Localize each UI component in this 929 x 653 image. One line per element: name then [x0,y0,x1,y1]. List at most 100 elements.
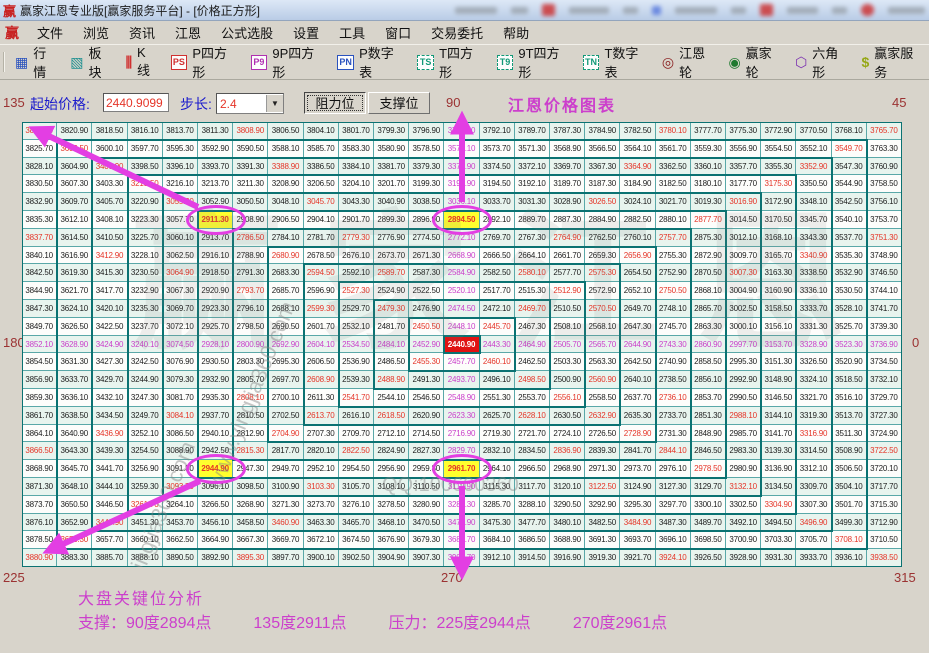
grid-cell: 3871.30 [22,478,57,496]
grid-cell: 3475.30 [480,514,515,532]
blurred-text [623,7,638,14]
grid-cell: 3837.70 [22,229,57,247]
grid-cell: 3465.70 [339,514,374,532]
grid-cell: 2971.30 [585,460,620,478]
grid-cell: 3456.10 [198,514,233,532]
grid-cell: 3705.70 [796,531,831,549]
grid-cell: 2848.90 [691,425,726,443]
grid-cell: 3794.50 [444,122,479,140]
grid-cell: 2676.10 [339,247,374,265]
toolbar-label: K线 [137,45,156,79]
grid-cell: 3336.10 [796,282,831,300]
toolbar-button-sectors[interactable]: ▧板块 [63,41,118,83]
grid-cell: 3273.70 [304,496,339,514]
grid-cell: 2760.10 [620,229,655,247]
grid-cell: 3134.50 [761,478,796,496]
toolbar-button-quotes[interactable]: ▦行情 [8,41,63,83]
grid-cell: 3132.10 [726,478,761,496]
grid-cell: 2716.90 [444,425,479,443]
grid-cell: 3717.70 [867,478,902,496]
blurred-text [511,7,528,14]
winner-wheel-icon: ◉ [728,54,740,71]
grid-cell: 3640.90 [57,425,92,443]
degree-label-225: 225 [3,570,25,585]
grid-cell: 3907.30 [409,549,444,567]
toolbar-button-p-number-table[interactable]: PNP数字表 [330,41,410,83]
grid-cell: 3285.70 [480,496,515,514]
grid-cell: 2457.70 [444,353,479,371]
grid-cell: 2697.70 [268,371,303,389]
grid-cell: 3206.50 [304,175,339,193]
grid-cell: 3847.30 [22,300,57,318]
chart-title: 江恩价格图表 [508,92,616,116]
toolbar-button-winner-service[interactable]: $赢家服务 [854,41,929,83]
grid-cell: 3715.30 [867,496,902,514]
toolbar-button-winner-wheel[interactable]: ◉赢家轮 [721,41,788,83]
grid-cell: 3691.30 [585,531,620,549]
grid-cell: 3290.50 [550,496,585,514]
grid-cell: 3271.30 [268,496,303,514]
grid-cell: 3144.10 [761,407,796,425]
chevron-down-icon[interactable]: ▼ [266,95,283,112]
blurred-text [675,7,717,14]
grid-cell: 3580.90 [374,140,409,158]
grid-cell: 3652.90 [57,514,92,532]
grid-cell: 2764.90 [550,229,585,247]
grid-cell: 3732.10 [867,371,902,389]
grid-cell: 3585.70 [304,140,339,158]
grid-cell: 2784.10 [268,229,303,247]
start-price-input[interactable] [103,93,169,112]
toolbar-button-hexagon[interactable]: ⬡六角形 [788,41,855,83]
toolbar-button-gann-wheel[interactable]: ◎江恩轮 [655,41,722,83]
step-combobox[interactable]: 2.4 ▼ [216,93,284,114]
grid-cell: 3036.10 [444,193,479,211]
grid-cell: 2776.90 [374,229,409,247]
grid-cell: 3055.30 [163,193,198,211]
resistance-button[interactable]: 阻力位 [304,92,366,114]
toolbar-button-t-number-table[interactable]: TNT数字表 [576,41,655,83]
grid-cell: 3468.10 [374,514,409,532]
toolbar-button-9p-square[interactable]: P99P四方形 [244,41,331,83]
blurred-text [455,7,497,14]
grid-cell: 2865.70 [691,300,726,318]
grid-cell: 2798.50 [233,318,268,336]
grid-cell: 3050.50 [233,193,268,211]
grid-cell: 2976.10 [656,460,691,478]
grid-cell: 3062.50 [163,247,198,265]
blurred-blue-icon [652,6,661,15]
grid-cell: 2460.10 [480,353,515,371]
grid-cell: 2488.90 [374,371,409,389]
grid-cell: 2932.90 [198,371,233,389]
grid-cell: 2515.30 [515,282,550,300]
toolbar-button-kline[interactable]: ⫼K线 [119,41,164,83]
grid-cell: 2632.90 [585,407,620,425]
grid-cell: 2877.70 [691,211,726,229]
toolbar-button-p-square[interactable]: PSP四方形 [164,41,244,83]
grid-cell: 3667.30 [233,531,268,549]
blurred-red-icon [861,4,874,16]
grid-cell: 3031.30 [515,193,550,211]
grid-cell: 3237.70 [128,318,163,336]
grid-cell: 2872.90 [691,247,726,265]
grid-cell: 3655.30 [57,531,92,549]
grid-cell: 3417.70 [92,282,127,300]
grid-cell: 2472.10 [480,300,515,318]
grid-cell: 2769.70 [480,229,515,247]
9p-square-icon: P9 [251,55,268,70]
grid-cell: 2949.70 [268,460,303,478]
grid-cell: 3096.10 [198,478,233,496]
grid-cell: 3403.30 [92,175,127,193]
grid-cell: 2529.70 [339,300,374,318]
grid-cell: 3156.10 [761,318,796,336]
grid-cell: 2520.10 [444,282,479,300]
support-button[interactable]: 支撑位 [368,92,430,114]
grid-cell: 3405.70 [92,193,127,211]
grid-cell: 3218.50 [128,175,163,193]
grid-cell: 3540.10 [832,211,867,229]
grid-cell: 3813.70 [163,122,198,140]
toolbar-button-t-square[interactable]: TST四方形 [410,41,489,83]
grid-cell: 2508.10 [550,318,585,336]
toolbar-button-9t-square[interactable]: T99T四方形 [490,41,576,83]
grid-cell: 3379.30 [409,158,444,176]
grid-cell: 3127.30 [656,478,691,496]
